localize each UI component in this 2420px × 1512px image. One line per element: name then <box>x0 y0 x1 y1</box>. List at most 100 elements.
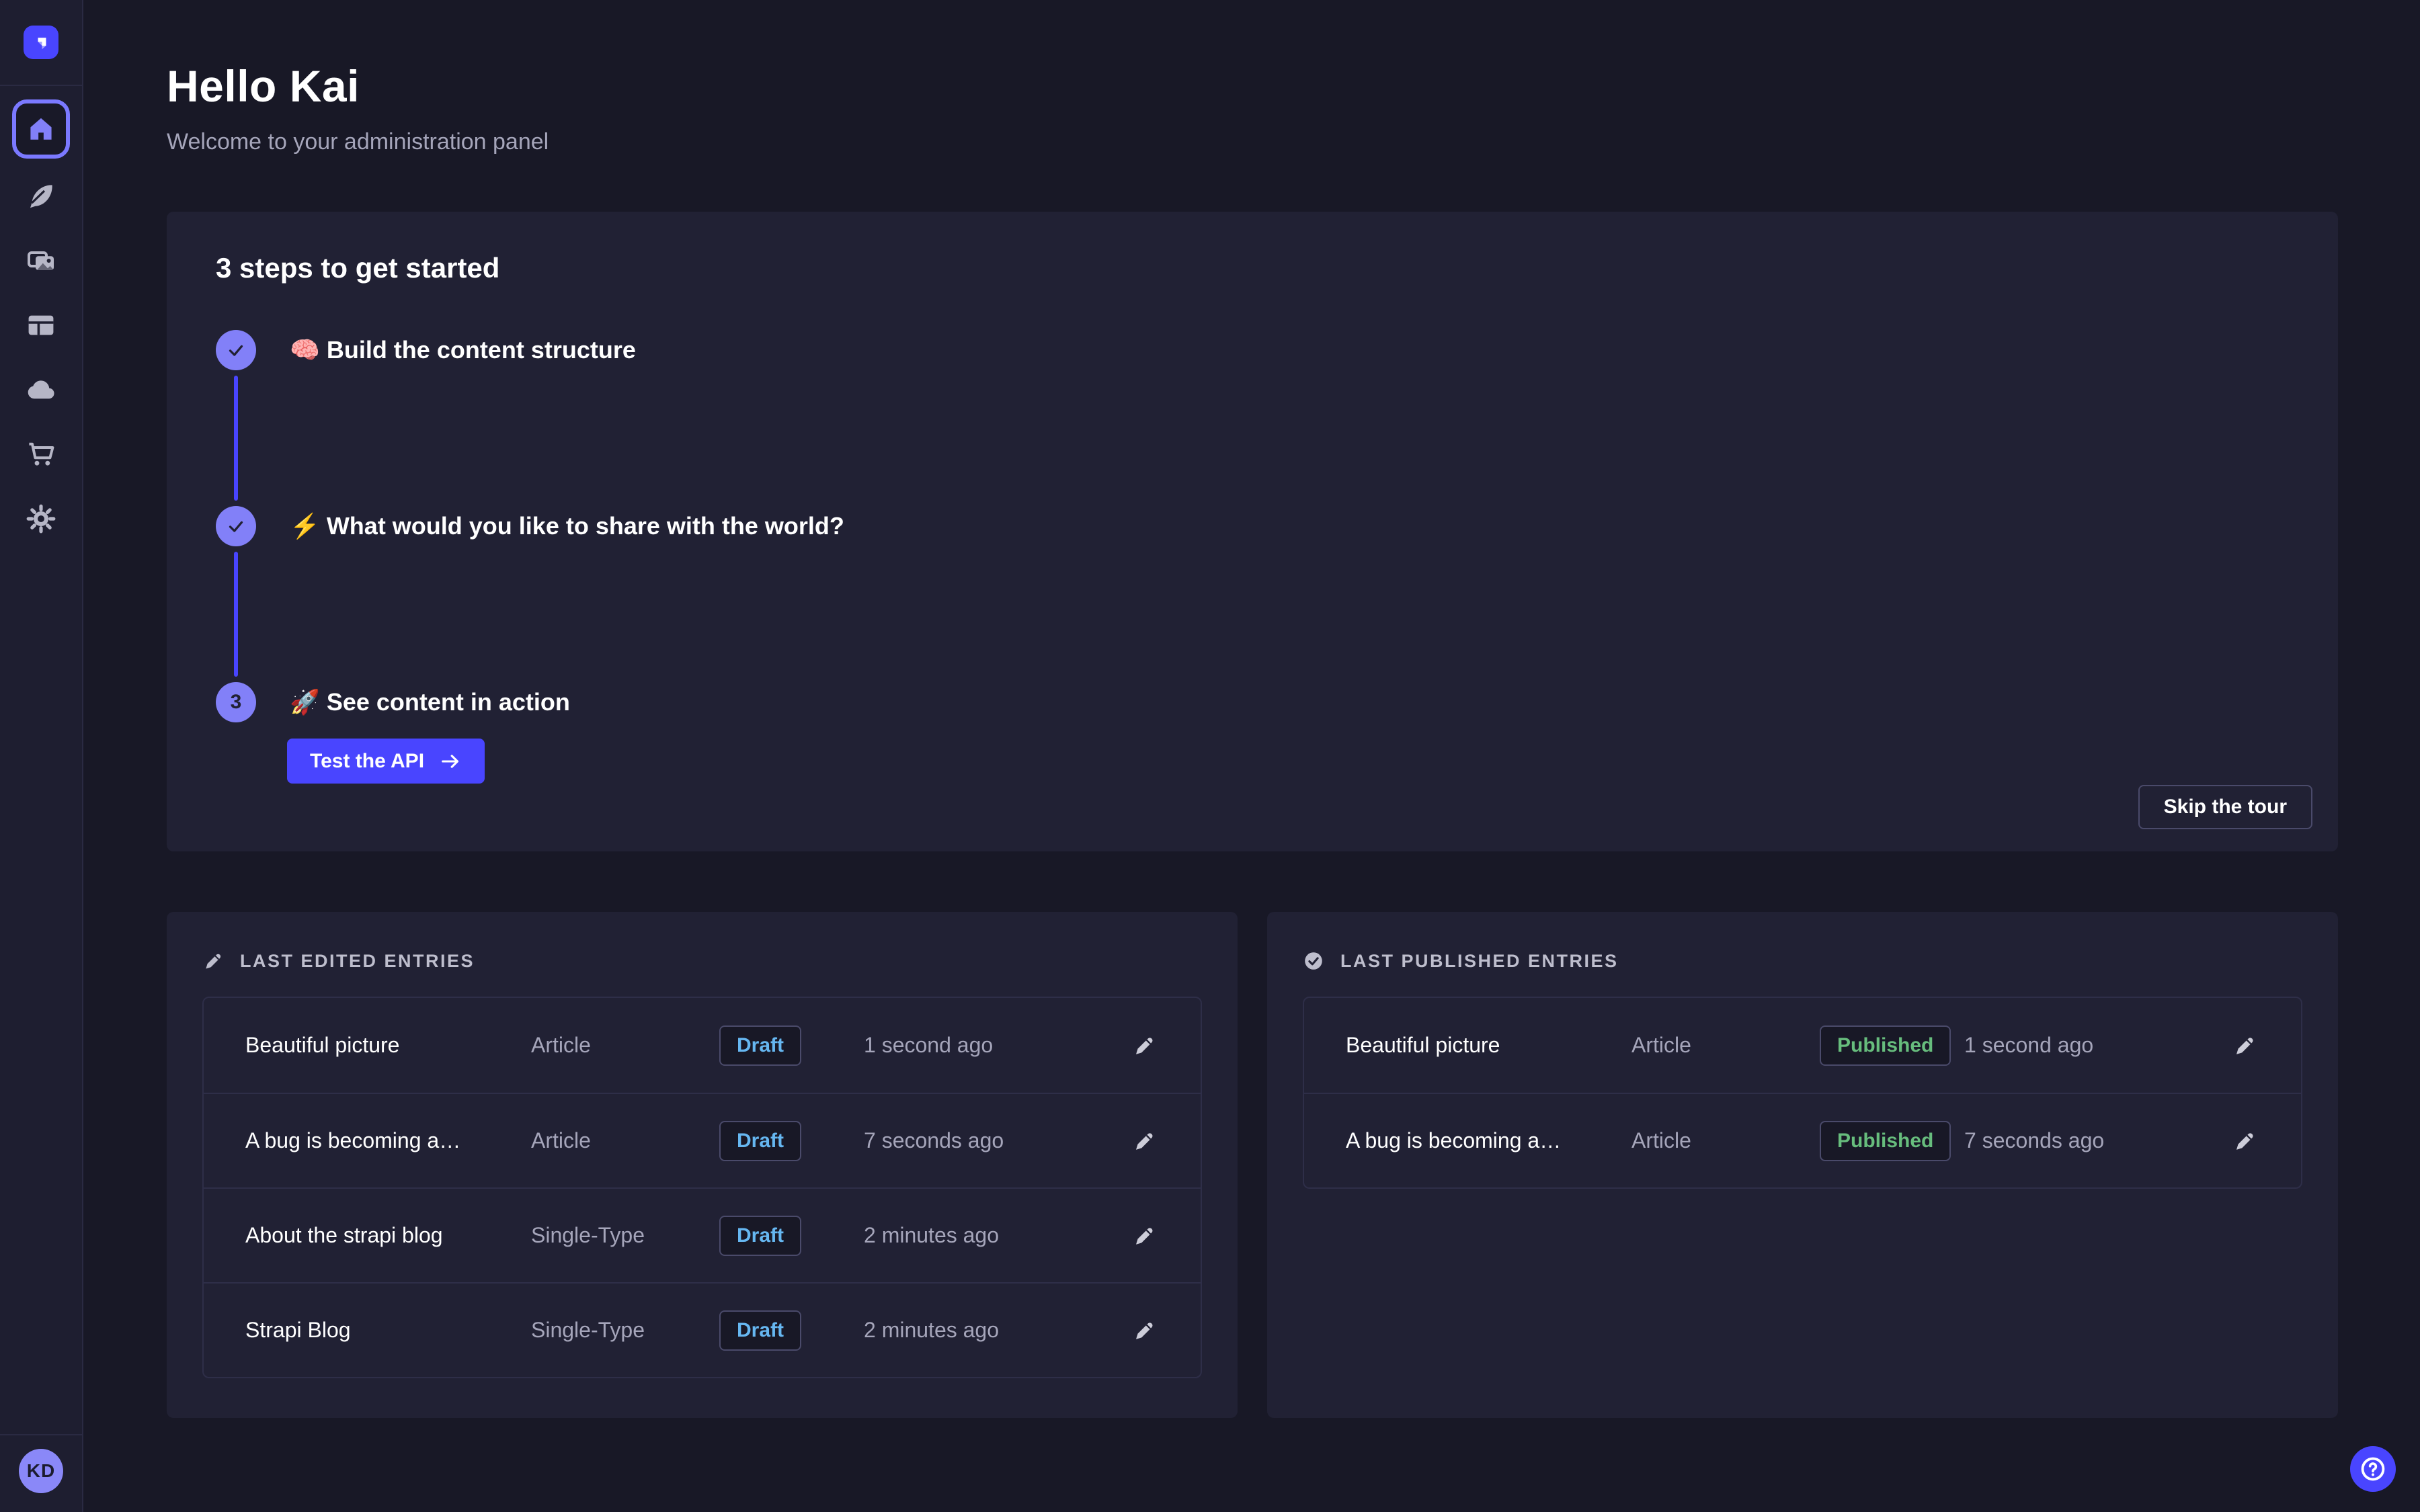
edit-entry-button[interactable] <box>2226 1027 2263 1064</box>
check-circle-icon <box>1303 950 1324 972</box>
last-published-header: LAST PUBLISHED ENTRIES <box>1303 950 2302 972</box>
entry-panels: LAST EDITED ENTRIES Beautiful picture Ar… <box>167 912 2338 1418</box>
entry-row: Beautiful picture Article Published 1 se… <box>1304 998 2301 1093</box>
status-badge: Draft <box>719 1025 801 1066</box>
last-edited-header: LAST EDITED ENTRIES <box>202 950 1202 972</box>
status-badge: Draft <box>719 1216 801 1256</box>
sidebar-item-media-library[interactable] <box>21 241 61 281</box>
entry-title: Beautiful picture <box>245 1033 531 1058</box>
strapi-logo-icon <box>29 30 53 54</box>
layout-icon <box>25 309 57 341</box>
step-2-label: ⚡ What would you like to share with the … <box>290 512 844 540</box>
gear-icon <box>25 503 57 535</box>
last-published-table: Beautiful picture Article Published 1 se… <box>1303 997 2302 1189</box>
feather-icon <box>25 180 57 212</box>
help-button[interactable] <box>2350 1446 2396 1492</box>
last-published-panel: LAST PUBLISHED ENTRIES Beautiful picture… <box>1267 912 2338 1418</box>
step-connector <box>234 376 238 501</box>
onboarding-steps: 🧠 Build the content structure ⚡ What wou… <box>216 330 2312 784</box>
cta-row: Test the API <box>287 739 2312 784</box>
sidebar-item-marketplace[interactable] <box>21 434 61 474</box>
pencil-icon <box>2232 1129 2257 1153</box>
test-the-api-button[interactable]: Test the API <box>287 739 485 784</box>
pencil-icon <box>202 950 224 972</box>
entry-title: About the strapi blog <box>245 1223 531 1248</box>
edit-entry-button[interactable] <box>2226 1122 2263 1160</box>
home-icon <box>26 114 56 144</box>
sidebar: KD <box>0 0 83 1512</box>
step-1-status-circle <box>216 330 256 370</box>
main-content: Hello Kai Welcome to your administration… <box>85 0 2420 1418</box>
step-3-label: 🚀 See content in action <box>290 688 570 716</box>
onboarding-card: 3 steps to get started 🧠 Build the conte… <box>167 212 2338 851</box>
last-edited-title: LAST EDITED ENTRIES <box>240 951 475 972</box>
edit-entry-button[interactable] <box>1125 1312 1163 1349</box>
step-1-label: 🧠 Build the content structure <box>290 336 636 364</box>
entry-title: Beautiful picture <box>1346 1033 1631 1058</box>
edit-entry-button[interactable] <box>1125 1122 1163 1160</box>
skip-the-tour-button[interactable]: Skip the tour <box>2138 785 2312 829</box>
entry-time: 1 second ago <box>1964 1033 2223 1058</box>
test-the-api-label: Test the API <box>310 750 424 773</box>
workspace-logo-area <box>0 0 82 86</box>
entry-time: 1 second ago <box>864 1033 1123 1058</box>
step-row-2: ⚡ What would you like to share with the … <box>216 506 2312 546</box>
entry-row: Beautiful picture Article Draft 1 second… <box>204 998 1201 1093</box>
sidebar-item-content-type-builder[interactable] <box>21 305 61 345</box>
step-row-3: 3 🚀 See content in action <box>216 682 2312 722</box>
strapi-logo[interactable] <box>24 26 58 59</box>
pencil-icon <box>1132 1129 1156 1153</box>
sidebar-item-cloud[interactable] <box>21 370 61 410</box>
status-badge: Published <box>1820 1025 1951 1066</box>
edit-entry-button[interactable] <box>1125 1217 1163 1255</box>
entry-type: Article <box>1631 1128 1820 1153</box>
last-published-title: LAST PUBLISHED ENTRIES <box>1340 951 1619 972</box>
entry-type: Single-Type <box>531 1223 719 1248</box>
entry-time: 7 seconds ago <box>1964 1128 2223 1153</box>
step-3-number-circle: 3 <box>216 682 256 722</box>
sidebar-item-settings[interactable] <box>21 499 61 539</box>
step-connector <box>234 552 238 677</box>
edit-entry-button[interactable] <box>1125 1027 1163 1064</box>
check-icon <box>225 515 247 538</box>
page-subtitle: Welcome to your administration panel <box>167 129 2338 155</box>
pencil-icon <box>2232 1034 2257 1058</box>
sidebar-item-home[interactable] <box>12 99 70 159</box>
cart-icon <box>25 438 57 470</box>
question-circle-icon <box>2358 1454 2388 1484</box>
step-2-status-circle <box>216 506 256 546</box>
pencil-icon <box>1132 1224 1156 1248</box>
entry-row: A bug is becoming a… Article Draft 7 sec… <box>204 1093 1201 1187</box>
status-badge: Draft <box>719 1310 801 1351</box>
status-badge: Published <box>1820 1121 1951 1161</box>
entry-title: Strapi Blog <box>245 1318 531 1343</box>
entry-type: Article <box>1631 1033 1820 1058</box>
cloud-icon <box>25 374 57 406</box>
sidebar-divider <box>0 1434 82 1435</box>
entry-row: A bug is becoming a… Article Published 7… <box>1304 1093 2301 1187</box>
entry-type: Single-Type <box>531 1318 719 1343</box>
onboarding-title: 3 steps to get started <box>216 252 2312 284</box>
entry-row: Strapi Blog Single-Type Draft 2 minutes … <box>204 1282 1201 1377</box>
pencil-icon <box>1132 1318 1156 1343</box>
page-title: Hello Kai <box>167 60 2338 112</box>
entry-row: About the strapi blog Single-Type Draft … <box>204 1187 1201 1282</box>
entry-time: 7 seconds ago <box>864 1128 1123 1153</box>
arrow-right-icon <box>439 750 462 773</box>
entry-type: Article <box>531 1033 719 1058</box>
entry-type: Article <box>531 1128 719 1153</box>
entry-title: A bug is becoming a… <box>1346 1128 1631 1153</box>
status-badge: Draft <box>719 1121 801 1161</box>
page-header: Hello Kai Welcome to your administration… <box>167 0 2338 155</box>
entry-time: 2 minutes ago <box>864 1223 1123 1248</box>
step-row-1: 🧠 Build the content structure <box>216 330 2312 370</box>
last-edited-table: Beautiful picture Article Draft 1 second… <box>202 997 1202 1378</box>
last-edited-panel: LAST EDITED ENTRIES Beautiful picture Ar… <box>167 912 1238 1418</box>
entry-title: A bug is becoming a… <box>245 1128 531 1153</box>
check-icon <box>225 339 247 362</box>
images-icon <box>25 245 57 277</box>
user-avatar[interactable]: KD <box>19 1449 63 1493</box>
sidebar-nav <box>0 86 82 1434</box>
entry-time: 2 minutes ago <box>864 1318 1123 1343</box>
sidebar-item-content-manager[interactable] <box>21 176 61 216</box>
